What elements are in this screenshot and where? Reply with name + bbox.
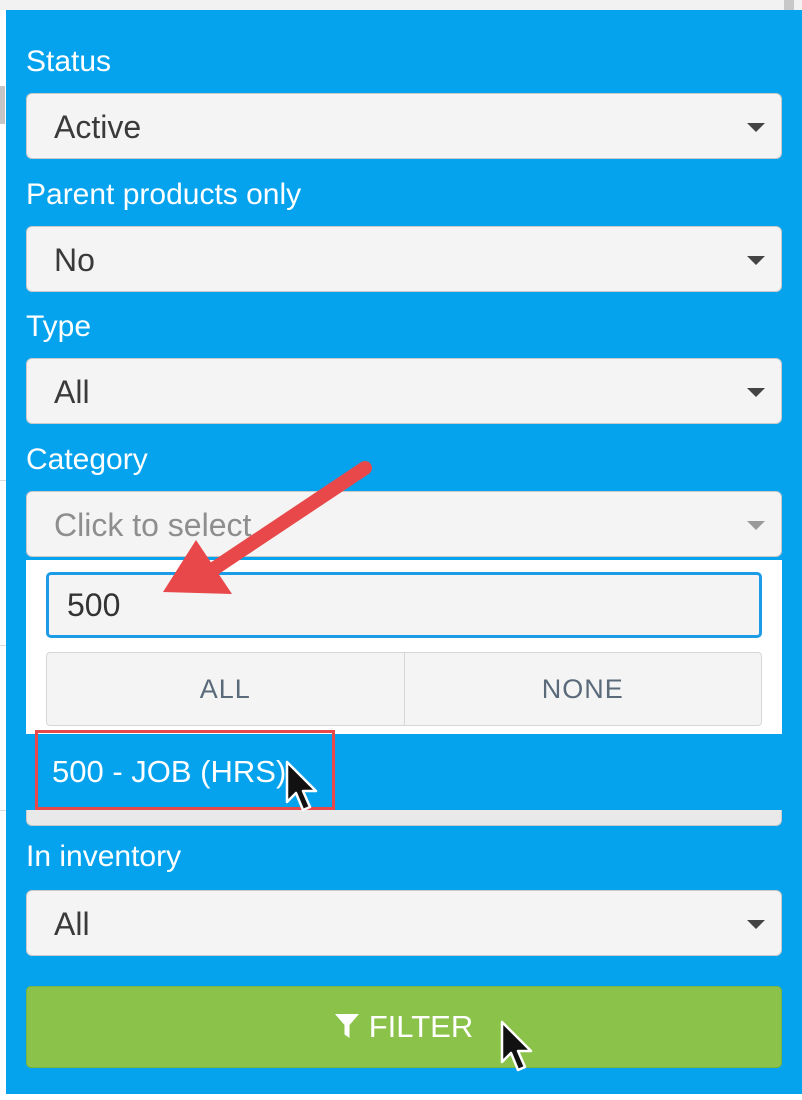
parent-products-only-select[interactable]: No	[26, 226, 782, 292]
category-placeholder: Click to select	[54, 507, 252, 543]
filter-panel: Status Active Parent products only No Ty…	[6, 10, 802, 1094]
parent-products-only-label: Parent products only	[26, 178, 302, 211]
filter-button[interactable]: FILTER	[26, 986, 782, 1068]
in-inventory-value: All	[54, 906, 90, 942]
caret-down-icon	[747, 920, 765, 929]
status-select[interactable]: Active	[26, 93, 782, 159]
type-select[interactable]: All	[26, 358, 782, 424]
in-inventory-select[interactable]: All	[26, 890, 782, 956]
funnel-icon	[334, 1014, 359, 1040]
category-search-input[interactable]	[46, 572, 762, 638]
annotation-highlight-box	[35, 730, 335, 810]
caret-down-icon	[747, 256, 765, 265]
background-page-top	[0, 0, 802, 10]
in-inventory-label: In inventory	[26, 840, 182, 873]
background-text-fragment	[0, 86, 5, 124]
category-select[interactable]: Click to select	[26, 491, 782, 557]
select-all-button[interactable]: ALL	[47, 653, 404, 725]
background-scrollbar	[784, 0, 794, 10]
type-label: Type	[26, 310, 92, 343]
category-label: Category	[26, 443, 148, 476]
category-option[interactable]: 500 - JOB (HRS)	[26, 730, 782, 810]
filter-button-label: FILTER	[368, 1009, 474, 1044]
select-none-button[interactable]: NONE	[403, 653, 762, 725]
caret-down-icon	[747, 123, 765, 132]
status-value: Active	[54, 109, 142, 145]
status-label: Status	[26, 45, 112, 78]
select-all-none-group: ALL NONE	[46, 652, 762, 726]
caret-down-icon	[747, 388, 765, 397]
parent-products-only-value: No	[54, 242, 95, 278]
caret-down-icon	[747, 521, 765, 530]
category-dropdown: ALL NONE 500 - JOB (HRS)	[26, 560, 782, 810]
type-value: All	[54, 374, 90, 410]
covered-select-edge	[26, 810, 782, 826]
